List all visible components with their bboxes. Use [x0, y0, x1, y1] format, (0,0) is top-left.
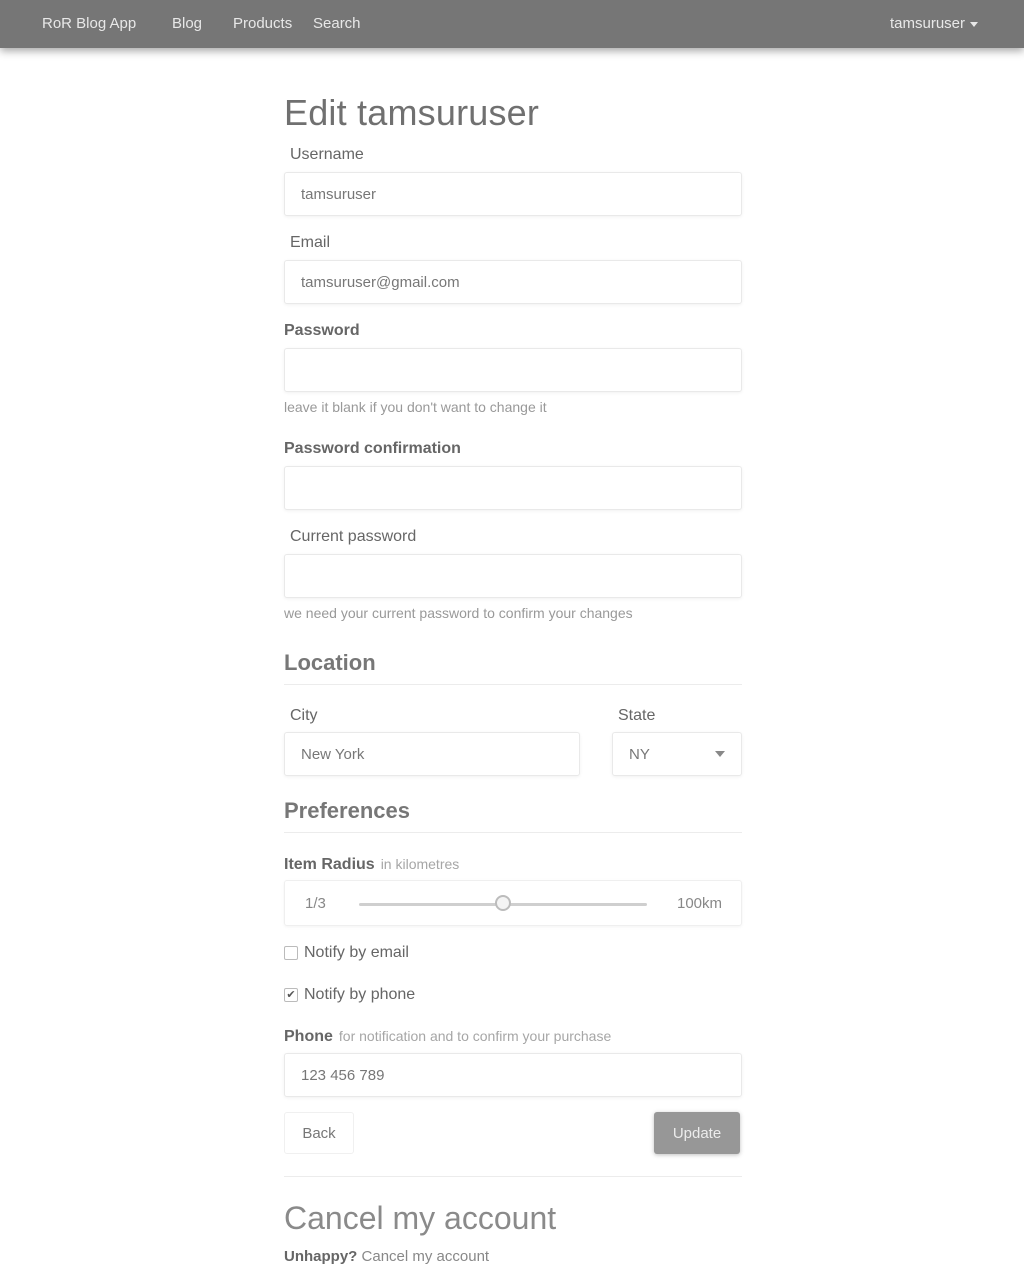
item-radius-hint: in kilometres [380, 856, 460, 872]
notify-email-checkbox[interactable] [284, 945, 298, 960]
brand-link[interactable]: RoR Blog App [42, 15, 136, 32]
preferences-divider [284, 832, 742, 833]
item-radius-label: Item Radius in kilometres [284, 856, 459, 874]
email-value: tamsuruser@gmail.com [301, 273, 460, 291]
nav-link-blog[interactable]: Blog [172, 15, 202, 32]
password-label: Password [284, 322, 360, 339]
phone-label: Phone for notification and to confirm you… [284, 1028, 611, 1046]
notify-email-label: Notify by email [304, 944, 409, 961]
current-password-label: Current password [290, 528, 417, 545]
city-label: City [290, 707, 318, 724]
password-help: leave it blank if you don't want to chan… [284, 399, 547, 415]
phone-value: 123 456 789 [301, 1066, 385, 1084]
password-input[interactable] [284, 348, 742, 392]
location-divider [284, 684, 742, 685]
current-password-help: we need your current password to confirm… [284, 605, 633, 621]
password-confirmation-label: Password confirmation [284, 440, 461, 457]
location-heading: Location [284, 650, 376, 675]
email-input[interactable]: tamsuruser@gmail.com [284, 260, 742, 304]
item-radius-label-text: Item Radius [284, 856, 375, 873]
chevron-down-icon [715, 751, 725, 757]
user-menu-label: tamsuruser [890, 15, 966, 32]
password-confirmation-input[interactable] [284, 466, 742, 510]
notify-phone-label: Notify by phone [304, 986, 416, 1003]
city-value: New York [301, 745, 365, 763]
cancel-account-heading: Cancel my account [284, 1200, 557, 1236]
slider-min-label: 1/3 [305, 895, 326, 912]
state-label: State [618, 707, 656, 724]
actions-divider [284, 1176, 742, 1177]
username-value: tamsuruser [301, 185, 377, 203]
phone-label-text: Phone [284, 1028, 333, 1045]
phone-hint: for notification and to confirm your pur… [338, 1028, 612, 1044]
page-title: Edit tamsuruser [284, 92, 540, 133]
state-value: NY [629, 745, 650, 763]
chevron-down-icon [970, 21, 979, 27]
nav-link-search[interactable]: Search [313, 15, 361, 32]
preferences-heading: Preferences [284, 798, 410, 823]
city-input[interactable]: New York [284, 732, 580, 776]
slider-max-label: 100km [677, 895, 723, 912]
state-select[interactable]: NY [612, 732, 742, 776]
back-button[interactable]: Back [284, 1112, 354, 1154]
cancel-account-row: Unhappy? Cancel my account [284, 1248, 489, 1265]
username-input[interactable]: tamsuruser [284, 172, 742, 216]
notify-email-row: Notify by email [284, 944, 409, 962]
notify-phone-checkbox[interactable]: ✔ [284, 987, 298, 1002]
username-label: Username [290, 146, 364, 163]
user-menu[interactable]: tamsuruser [890, 15, 979, 32]
unhappy-label: Unhappy? [284, 1248, 358, 1265]
update-button[interactable]: Update [654, 1112, 740, 1154]
email-label: Email [290, 234, 331, 251]
top-navbar: RoR Blog App Blog Products Search tamsur… [0, 0, 1024, 48]
cancel-account-link[interactable]: Cancel my account [362, 1248, 490, 1265]
slider-handle[interactable] [495, 895, 511, 911]
current-password-input[interactable] [284, 554, 742, 598]
notify-phone-row: ✔ Notify by phone [284, 986, 415, 1004]
item-radius-slider: 1/3 100km [284, 880, 742, 926]
nav-link-products[interactable]: Products [233, 15, 292, 32]
phone-input[interactable]: 123 456 789 [284, 1053, 742, 1097]
